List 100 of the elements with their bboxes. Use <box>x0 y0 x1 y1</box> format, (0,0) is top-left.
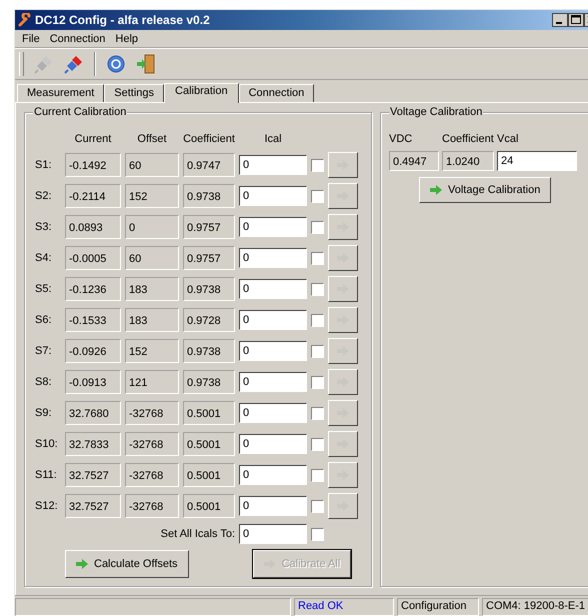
offset-field: 152 <box>125 184 179 208</box>
offset-field: 60 <box>125 153 179 177</box>
column-header: Vcal <box>497 133 520 147</box>
coefficient-field: 0.9738 <box>183 339 235 363</box>
row-label: S12: <box>35 500 59 512</box>
offset-field: 121 <box>125 370 179 394</box>
coefficient-field: 0.5001 <box>183 432 235 456</box>
action-button[interactable]: Calculate Offsets <box>65 550 189 578</box>
ical-input[interactable]: 0 <box>239 496 307 516</box>
current-field: 32.7680 <box>65 401 121 425</box>
offset-field: 152 <box>125 339 179 363</box>
checkbox[interactable] <box>311 158 324 172</box>
checkbox[interactable] <box>311 344 324 358</box>
column-header: Offset <box>136 133 168 147</box>
offset-field: -32768 <box>125 401 179 425</box>
checkbox[interactable] <box>311 406 324 420</box>
maximize-icon[interactable] <box>568 13 584 27</box>
vcal-input[interactable]: 24 <box>497 151 577 171</box>
tab[interactable]: Connection <box>238 84 314 102</box>
row-label: S7: <box>35 345 53 357</box>
row-label: S4: <box>35 252 53 264</box>
menu-item[interactable]: File <box>17 32 45 44</box>
offset-field: 60 <box>125 246 179 270</box>
offset-field: -32768 <box>125 494 179 518</box>
offset-field: 0 <box>125 215 179 239</box>
offset-field: 183 <box>125 308 179 332</box>
ical-input[interactable]: 0 <box>239 217 307 237</box>
coefficient-field: 0.9757 <box>183 246 235 270</box>
status-text: Read OK <box>294 598 394 616</box>
offset-field: -32768 <box>125 463 179 487</box>
vdc-field: 0.4947 <box>389 151 439 171</box>
ical-input[interactable]: 0 <box>239 372 307 392</box>
offset-field: -32768 <box>125 432 179 456</box>
checkbox[interactable] <box>311 500 324 512</box>
group-title: Voltage Calibration <box>389 106 484 118</box>
coefficient-field: 0.9738 <box>183 184 235 208</box>
help-icon[interactable] <box>106 54 126 74</box>
ical-input[interactable]: 0 <box>239 434 307 454</box>
ical-input[interactable]: 0 <box>239 465 307 485</box>
coefficient-field: 0.5001 <box>183 401 235 425</box>
coefficient-field: 0.9738 <box>183 277 235 301</box>
ical-input[interactable]: 0 <box>239 186 307 206</box>
column-header: Current <box>74 133 112 147</box>
coefficient-field: 0.9757 <box>183 215 235 239</box>
group-title: Current Calibration <box>33 106 128 118</box>
checkbox[interactable] <box>311 438 324 450</box>
current-field: 0.0893 <box>65 215 121 239</box>
row-label: S5: <box>35 283 53 295</box>
row-label: S1: <box>35 159 53 171</box>
exit-icon[interactable] <box>136 54 156 74</box>
checkbox[interactable] <box>311 468 324 482</box>
ical-input[interactable]: 0 <box>239 155 307 175</box>
checkbox[interactable] <box>311 252 324 264</box>
menu-item[interactable]: Help <box>110 32 144 44</box>
tab[interactable]: Calibration <box>164 83 239 103</box>
coefficient-field: 0.5001 <box>183 463 235 487</box>
tab[interactable]: Measurement <box>17 84 104 102</box>
checkbox[interactable] <box>311 376 324 388</box>
column-header: Coefficient <box>183 133 235 147</box>
column-header: Ical <box>263 133 283 147</box>
checkbox[interactable] <box>311 314 324 326</box>
ical-input[interactable]: 0 <box>239 248 307 268</box>
current-field: -0.1492 <box>65 153 121 177</box>
set-all-label: Set All Icals To: <box>160 528 235 540</box>
current-field: 32.7527 <box>65 494 121 518</box>
plug-icon[interactable] <box>64 54 84 74</box>
coefficient-field: 0.9728 <box>183 308 235 332</box>
coefficient-field: 1.0240 <box>442 151 494 171</box>
row-label: S9: <box>35 407 53 419</box>
menu-item[interactable]: Connection <box>44 32 110 44</box>
ical-input[interactable]: 0 <box>239 403 307 423</box>
ical-input[interactable]: 0 <box>239 310 307 330</box>
checkbox[interactable] <box>311 528 324 540</box>
current-field: -0.0926 <box>65 339 121 363</box>
row-label: S2: <box>35 190 53 202</box>
row-label: S11: <box>35 469 58 481</box>
row-label: S8: <box>35 376 53 388</box>
voltage-calibration-button[interactable]: Voltage Calibration <box>419 177 552 203</box>
arrow-icon <box>76 559 88 569</box>
coefficient-field: 0.9738 <box>183 370 235 394</box>
row-label: S10: <box>35 438 59 450</box>
coefficient-field: 0.9747 <box>183 153 235 177</box>
window-title: DC12 Config - alfa release v0.2 <box>35 13 211 27</box>
checkbox[interactable] <box>311 282 324 296</box>
current-field: -0.0913 <box>65 370 121 394</box>
column-header: VDC <box>389 133 414 147</box>
checkbox[interactable] <box>311 220 324 234</box>
ical-input[interactable]: 0 <box>239 279 307 299</box>
column-header: Coefficient <box>442 133 494 147</box>
checkbox[interactable] <box>311 190 324 202</box>
current-field: 32.7833 <box>65 432 121 456</box>
minimize-icon[interactable] <box>552 13 568 27</box>
current-field: -0.1533 <box>65 308 121 332</box>
ical-input[interactable]: 0 <box>239 341 307 361</box>
current-field: -0.2114 <box>65 184 121 208</box>
wrench-icon <box>18 13 32 27</box>
set-all-input[interactable]: 0 <box>239 524 307 544</box>
offset-field: 183 <box>125 277 179 301</box>
coefficient-field: 0.5001 <box>183 494 235 518</box>
arrow-icon <box>430 185 442 195</box>
